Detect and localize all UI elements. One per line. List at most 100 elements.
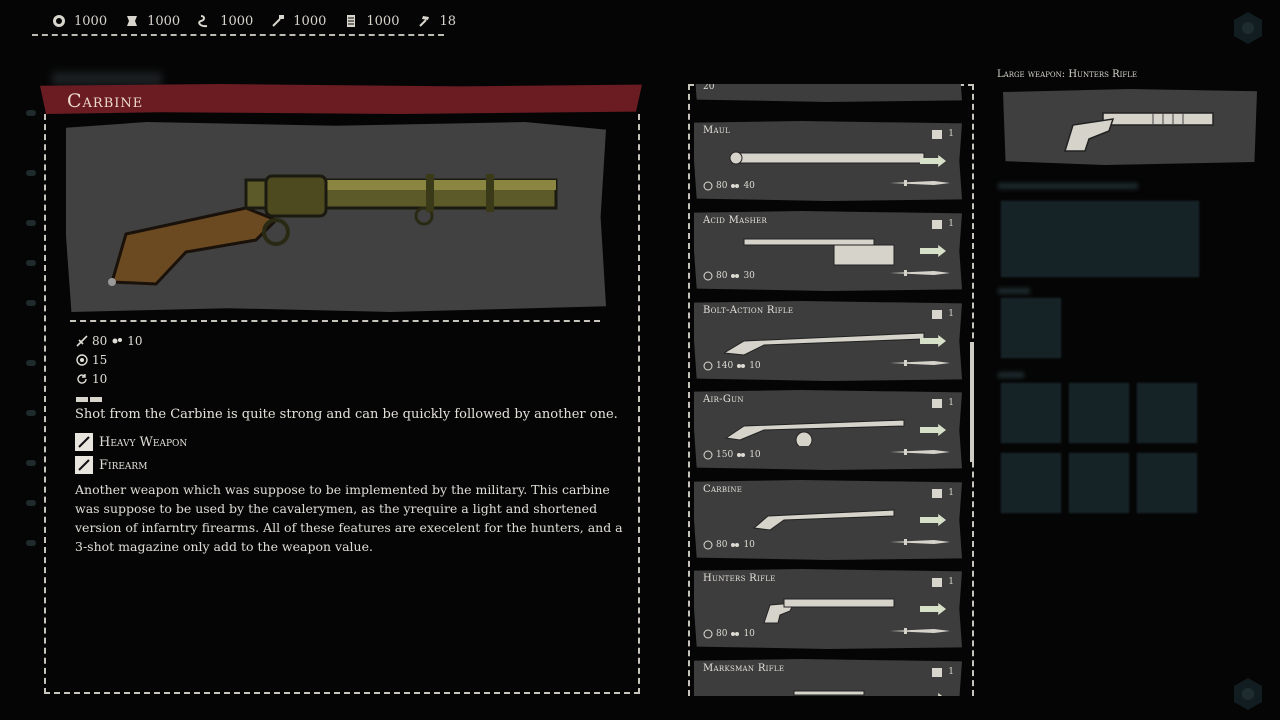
weapon-card-name: Air-Gun xyxy=(703,394,744,405)
inventory-icon xyxy=(932,667,943,677)
resource-coin: 1000 xyxy=(52,14,107,29)
menu-icon[interactable] xyxy=(1230,10,1266,46)
inventory-slot[interactable] xyxy=(1069,383,1129,443)
knife-icon xyxy=(890,270,950,276)
ammo-pip xyxy=(76,397,88,402)
damage-icon xyxy=(703,450,713,460)
weapon-card-image xyxy=(724,332,925,356)
knife-icon xyxy=(890,449,950,455)
fragment-icon xyxy=(737,364,746,368)
inventory-icon xyxy=(932,309,943,319)
weapon-card-name: Carbine xyxy=(703,484,743,495)
weapon-card-count: 1 xyxy=(932,577,954,587)
reload-stat: 10 xyxy=(76,372,107,386)
knife-icon xyxy=(890,360,950,366)
settings-icon[interactable] xyxy=(1230,676,1266,712)
inventory-icon xyxy=(932,219,943,229)
accuracy-stat: 15 xyxy=(76,353,107,367)
target-icon xyxy=(76,354,88,366)
resource-tool: 1000 xyxy=(271,14,326,29)
skull-icon xyxy=(703,181,713,191)
paper-icon xyxy=(347,15,356,27)
weapon-list[interactable]: 20 Maul 1 80 40 Acid Masher 1 80 30 Bolt-Action … xyxy=(686,84,976,696)
weapon-card-name: Marksman Rifle xyxy=(703,663,785,674)
weapon-card-count: 1 xyxy=(932,219,954,229)
weapon-illustration xyxy=(66,122,606,312)
damage-icon xyxy=(703,361,713,371)
weapon-title: Carbine xyxy=(67,90,144,112)
weapon-card-stats: 150 10 xyxy=(703,450,761,460)
list-scrollbar[interactable] xyxy=(970,342,974,462)
weapon-card-image xyxy=(729,151,925,165)
inventory-slot[interactable] xyxy=(1001,383,1061,443)
inventory-slot[interactable] xyxy=(1069,453,1129,513)
blade-icon xyxy=(78,459,90,471)
weapon-card-name: Maul xyxy=(703,125,731,136)
hunters-rifle-icon xyxy=(1063,112,1214,152)
weapon-card-stats: 80 40 xyxy=(703,181,755,191)
weapon-card-stats: 140 10 xyxy=(703,361,761,371)
knife-icon xyxy=(890,539,950,545)
resource-paper: 1000 xyxy=(344,14,399,29)
weapon-card-stats: 80 30 xyxy=(703,271,755,281)
weapon-card-image xyxy=(752,509,895,531)
resource-bar: 1000 1000 1000 1000 1000 18 xyxy=(32,8,456,36)
tool-icon xyxy=(272,15,285,27)
reload-icon xyxy=(77,374,87,384)
weapon-detail-panel: Carbine 80 10 15 10 Shot from the Carbin… xyxy=(40,84,642,696)
weapon-card[interactable]: Maul 1 80 40 xyxy=(694,121,962,201)
lore-text: Another weapon which was suppose to be i… xyxy=(75,482,623,554)
weapon-card-count: 1 xyxy=(932,667,954,677)
resource-value: 1000 xyxy=(74,13,108,29)
weapon-card-name: Acid Masher xyxy=(703,215,768,226)
resource-rope: 1000 xyxy=(198,14,253,29)
resource-value: 1000 xyxy=(220,13,254,29)
ammo-pip xyxy=(90,397,102,402)
equip-slot-trinket[interactable] xyxy=(1001,298,1061,358)
weapon-card[interactable]: Marksman Rifle 1 xyxy=(694,659,962,696)
weapon-card[interactable]: Bolt-Action Rifle 1 140 10 xyxy=(694,301,962,381)
fragment-icon xyxy=(731,184,740,188)
weapon-card-name: Hunters Rifle xyxy=(703,573,776,584)
fragment-icon xyxy=(737,453,746,457)
inventory-icon xyxy=(932,398,943,408)
weapon-card[interactable]: Hunters Rifle 1 80 10 xyxy=(694,569,962,649)
resource-value: 1000 xyxy=(366,13,400,29)
inventory-icon xyxy=(932,488,943,498)
blade-icon xyxy=(78,436,90,448)
tag-firearm: Firearm xyxy=(75,456,147,474)
resource-hammer: 18 xyxy=(417,14,456,29)
equip-slot-main[interactable] xyxy=(1001,201,1199,277)
fragment-icon xyxy=(731,632,740,636)
weapon-card[interactable]: Air-Gun 1 150 10 xyxy=(694,390,962,470)
knife-icon xyxy=(890,628,950,634)
weapon-card-image xyxy=(793,690,865,696)
resource-value: 1000 xyxy=(147,13,181,29)
weapon-card-stats: 80 10 xyxy=(703,540,755,550)
inventory-icon xyxy=(932,129,943,139)
short-description: Shot from the Carbine is quite strong an… xyxy=(75,407,618,422)
hammer-icon xyxy=(419,16,430,27)
resource-value: 18 xyxy=(439,13,457,29)
large-weapon-slot[interactable] xyxy=(1003,89,1257,165)
ammo-indicator xyxy=(76,397,102,402)
weapon-card[interactable]: Acid Masher 1 80 30 xyxy=(694,211,962,291)
fragment-icon xyxy=(731,543,740,547)
damage-icon xyxy=(703,540,713,550)
weapon-card-stats: 80 10 xyxy=(703,629,755,639)
inventory-icon xyxy=(932,577,943,587)
resource-cloth: 1000 xyxy=(125,14,180,29)
damage-icon xyxy=(76,335,88,347)
damage-stat: 80 10 xyxy=(76,334,143,348)
acid-icon xyxy=(703,271,713,281)
knife-icon xyxy=(890,180,950,186)
weapon-card-partial[interactable]: 20 xyxy=(694,84,962,102)
inventory-slot[interactable] xyxy=(1001,453,1061,513)
weapon-card-name: Bolt-Action Rifle xyxy=(703,305,794,316)
large-weapon-label: Large weapon: Hunters Rifle xyxy=(997,69,1138,80)
inventory-slot[interactable] xyxy=(1137,453,1197,513)
weapon-card[interactable]: Carbine 1 80 10 xyxy=(694,480,962,560)
weapon-card-count: 1 xyxy=(932,309,954,319)
inventory-slot[interactable] xyxy=(1137,383,1197,443)
fragment-icon xyxy=(112,338,123,344)
